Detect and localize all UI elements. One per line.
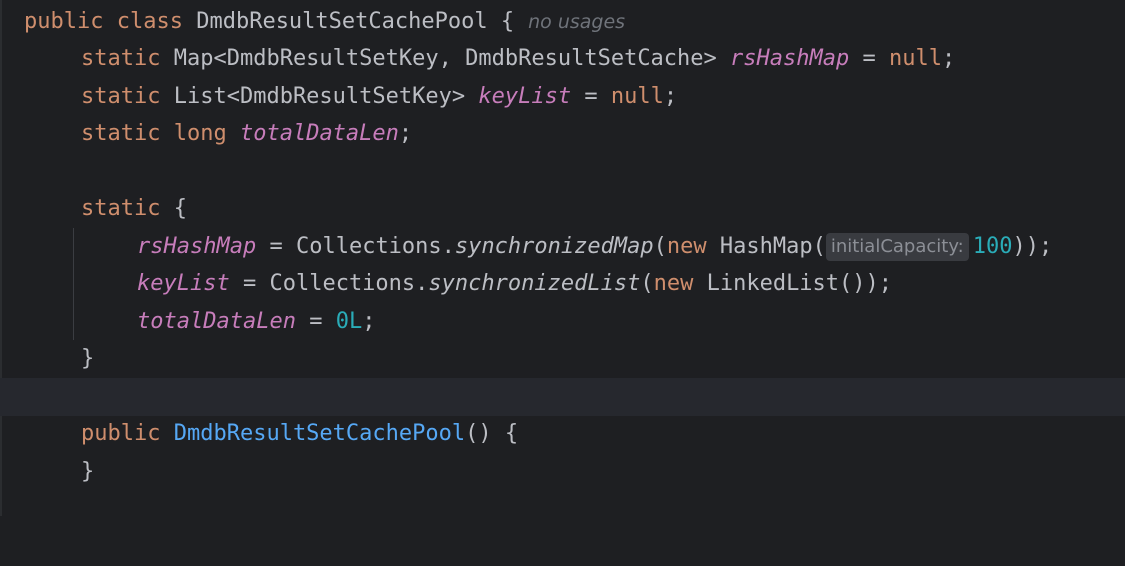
class-name[interactable]: DmdbResultSetCachePool: [196, 9, 487, 34]
parameter-hint: initialCapacity:: [825, 233, 969, 261]
field-rshashmap[interactable]: rsHashMap: [137, 234, 256, 259]
code-line-1[interactable]: public class DmdbResultSetCachePool { no …: [0, 3, 1125, 41]
type-list: List<DmdbResultSetKey>: [173, 84, 466, 109]
keyword-static: static: [81, 84, 161, 109]
field-rshashmap[interactable]: rsHashMap: [730, 46, 849, 71]
code-line-2[interactable]: static Map<DmdbResultSetKey, DmdbResultS…: [0, 40, 1125, 78]
constructor-name[interactable]: DmdbResultSetCachePool: [174, 421, 465, 446]
ctor-linkedlist: LinkedList());: [706, 271, 893, 296]
open-paren: (: [640, 271, 654, 296]
code-line-7[interactable]: rsHashMap = Collections.synchronizedMap(…: [0, 228, 1125, 266]
number-literal: 100: [972, 234, 1013, 259]
method-synchronizedlist[interactable]: synchronizedList: [428, 271, 640, 296]
semicolon: ;: [398, 121, 413, 146]
assign-op: =: [269, 234, 283, 259]
open-brace: {: [500, 9, 515, 34]
keyword-static: static: [81, 121, 161, 146]
open-brace: {: [173, 196, 187, 221]
keyword-new: new: [666, 234, 707, 259]
code-line-11-current[interactable]: [0, 378, 1125, 416]
code-line-9[interactable]: totalDataLen = 0L;: [0, 303, 1125, 341]
number-literal: 0L: [335, 309, 363, 334]
semicolon: ;: [362, 309, 376, 334]
code-line-8[interactable]: keyList = Collections.synchronizedList(n…: [0, 265, 1125, 303]
field-keylist[interactable]: keyList: [478, 84, 571, 109]
keyword-static: static: [81, 196, 161, 221]
code-line-3[interactable]: static List<DmdbResultSetKey> keyList = …: [0, 78, 1125, 116]
close-parens: ));: [1012, 234, 1053, 259]
code-line-6[interactable]: static {: [0, 190, 1125, 228]
ctor-signature-rest: () {: [465, 421, 519, 446]
assign-op: =: [242, 271, 257, 296]
semicolon: ;: [663, 84, 678, 109]
keyword-class: class: [116, 9, 183, 34]
null-literal: null: [610, 84, 664, 109]
code-line-12[interactable]: public DmdbResultSetCachePool() {: [0, 415, 1125, 453]
keyword-new: new: [653, 271, 694, 296]
code-editor[interactable]: public class DmdbResultSetCachePool { no …: [0, 0, 1125, 516]
ctor-hashmap: HashMap(: [719, 234, 826, 259]
keyword-static: static: [81, 46, 161, 71]
keyword-public: public: [24, 9, 104, 34]
collections-receiver: Collections.: [269, 271, 429, 296]
method-synchronizedmap[interactable]: synchronizedMap: [455, 234, 654, 259]
type-map: Map<DmdbResultSetKey, DmdbResultSetCache…: [173, 46, 717, 71]
usages-hint[interactable]: no usages: [528, 11, 625, 33]
keyword-long: long: [173, 121, 227, 146]
close-brace: }: [81, 459, 95, 484]
close-brace: }: [81, 346, 95, 371]
assign-op: =: [862, 46, 876, 71]
code-line-4[interactable]: static long totalDataLen;: [0, 115, 1125, 153]
null-literal: null: [889, 46, 942, 71]
field-totaldatalen[interactable]: totalDataLen: [240, 121, 399, 146]
field-totaldatalen[interactable]: totalDataLen: [137, 309, 296, 334]
keyword-public: public: [81, 421, 161, 446]
open-paren: (: [653, 234, 667, 259]
assign-op: =: [584, 84, 598, 109]
assign-op: =: [309, 309, 323, 334]
collections-receiver: Collections.: [295, 234, 455, 259]
field-keylist[interactable]: keyList: [137, 271, 230, 296]
code-line-10[interactable]: }: [0, 340, 1125, 378]
semicolon: ;: [942, 46, 956, 71]
code-line-13[interactable]: }: [0, 453, 1125, 491]
